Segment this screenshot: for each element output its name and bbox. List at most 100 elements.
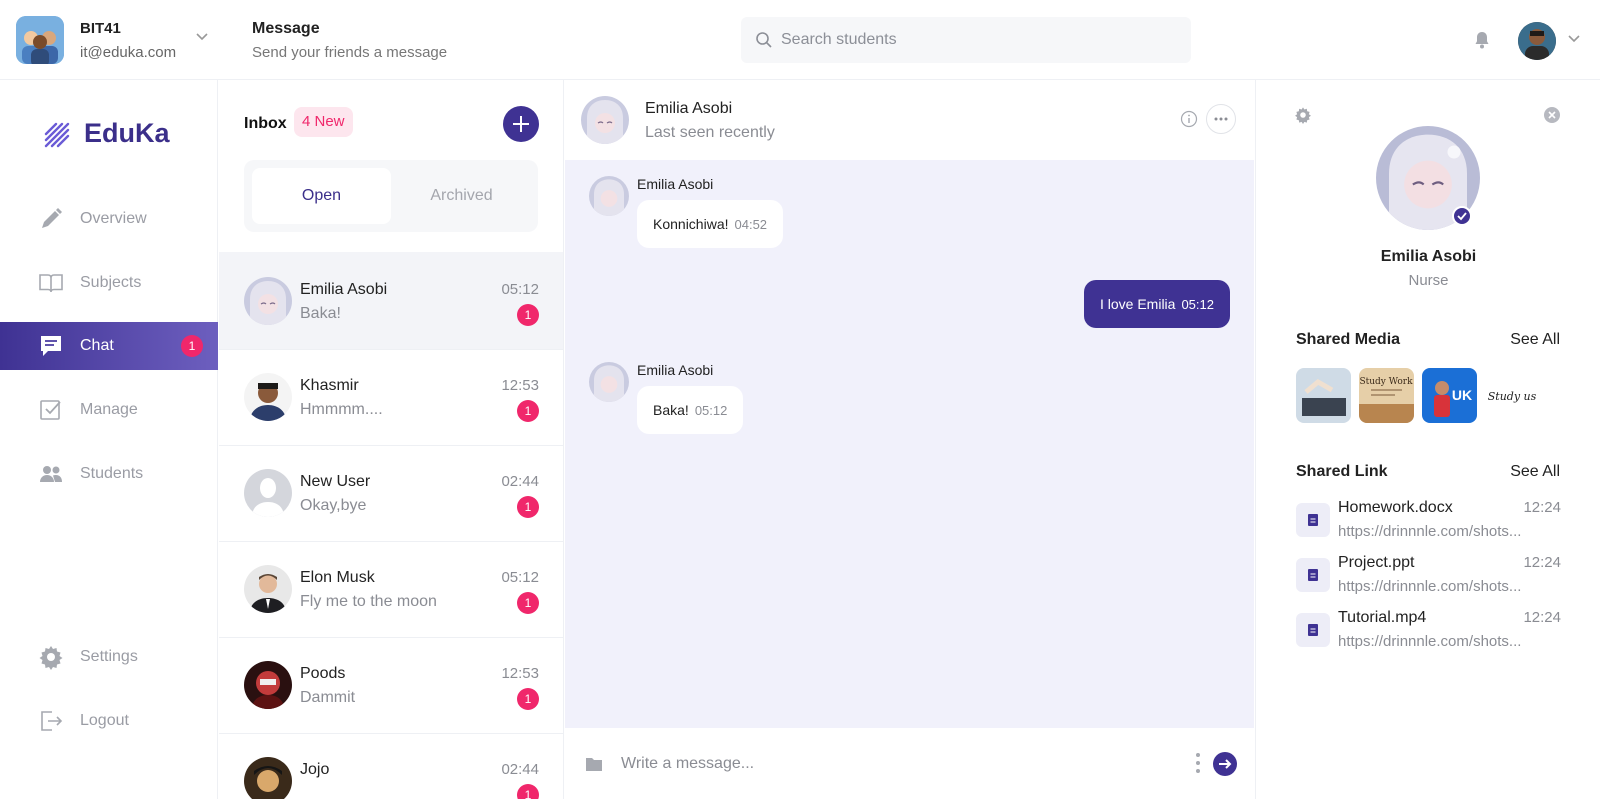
new-message-button[interactable] [503, 106, 539, 142]
conversation-item[interactable]: Elon Musk Fly me to the moon 05:12 1 [219, 540, 563, 638]
media-thumbnail[interactable]: Study Work [1359, 368, 1414, 423]
message-preview: Hmmmm.... [300, 401, 383, 418]
sidebar-item-label: Settings [80, 648, 138, 665]
chat-panel: Emilia Asobi Last seen recently Emilia A… [565, 80, 1254, 799]
page-subtitle: Send your friends a message [252, 44, 448, 61]
sidebar-item-overview[interactable]: Overview [0, 195, 218, 243]
chat-icon [41, 336, 61, 356]
more-vertical-icon[interactable] [1195, 752, 1201, 774]
unread-badge: 1 [517, 784, 539, 799]
file-name: Tutorial.mp4 [1338, 609, 1427, 626]
conversation-item[interactable]: Emilia Asobi Baka! 05:12 1 [219, 252, 563, 350]
chevron-down-icon[interactable] [194, 28, 210, 44]
see-all-links-link[interactable]: See All [1510, 463, 1560, 481]
users-icon [40, 466, 62, 482]
shared-link-item[interactable]: Tutorial.mp4 12:24 https://drinnnle.com/… [1296, 609, 1561, 659]
new-count-badge: 4 New [294, 107, 353, 137]
more-horizontal-icon [1214, 117, 1228, 121]
shared-link-item[interactable]: Homework.docx 12:24 https://drinnnle.com… [1296, 499, 1561, 549]
book-icon [39, 274, 63, 293]
message-text: Konnichiwa! [653, 216, 729, 232]
message-preview: Fly me to the moon [300, 593, 437, 610]
unread-badge: 1 [517, 688, 539, 710]
message-composer [565, 728, 1254, 799]
tab-archived[interactable]: Archived [392, 168, 531, 224]
sidebar-item-subjects[interactable]: Subjects [0, 259, 218, 307]
message-bubble: Baka! 05:12 [637, 386, 744, 434]
sidebar-item-label: Subjects [80, 274, 142, 291]
logout-icon [41, 711, 63, 731]
contact-name: Jojo [300, 761, 330, 778]
file-url: https://drinnnle.com/shots... [1338, 523, 1522, 540]
message-time: 12:53 [501, 377, 539, 394]
file-time: 12:24 [1523, 609, 1561, 626]
logo[interactable]: EduKa [44, 116, 184, 156]
conversation-item[interactable]: Jojo 02:44 1 [219, 732, 563, 799]
message-time: 02:44 [501, 473, 539, 490]
message-time: 05:12 [501, 281, 539, 298]
page-title: Message [252, 20, 320, 37]
document-icon [1296, 558, 1330, 592]
conversation-item[interactable]: Poods Dammit 12:53 1 [219, 636, 563, 734]
info-icon[interactable] [1180, 110, 1198, 128]
user-avatar[interactable] [1518, 22, 1556, 60]
sidebar-item-chat[interactable]: Chat 1 [0, 322, 218, 370]
media-thumbnail-text: Study Work [1359, 377, 1413, 387]
media-thumbnail-text: Study us [1488, 390, 1537, 403]
media-thumbnail[interactable]: Study us [1485, 368, 1540, 423]
media-thumbnail-text: UK [1452, 387, 1472, 403]
folder-icon[interactable] [585, 756, 603, 772]
media-thumbnail[interactable]: UK [1422, 368, 1477, 423]
message-time: 02:44 [501, 761, 539, 778]
avatar[interactable] [581, 96, 629, 144]
send-button[interactable] [1213, 752, 1237, 776]
shared-media-title: Shared Media [1296, 331, 1401, 348]
brand-name: EduKa [84, 118, 170, 148]
sidebar-item-manage[interactable]: Manage [0, 386, 218, 434]
org-avatar[interactable] [16, 16, 64, 64]
avatar [244, 277, 292, 325]
search-icon [756, 32, 772, 48]
sidebar-item-label: Students [80, 465, 144, 482]
avatar [244, 757, 292, 799]
bell-icon[interactable] [1472, 30, 1492, 50]
file-time: 12:24 [1523, 499, 1561, 516]
contact-name: Elon Musk [300, 569, 375, 586]
message-thread[interactable]: Emilia Asobi Konnichiwa! 04:52 I love Emi… [565, 160, 1254, 728]
more-options-button[interactable] [1206, 104, 1236, 134]
message-time: 04:52 [734, 217, 768, 232]
message-time: 05:12 [694, 403, 728, 418]
close-icon[interactable] [1543, 106, 1561, 124]
document-icon [1296, 503, 1330, 537]
sidebar-item-students[interactable]: Students [0, 450, 218, 498]
sidebar-item-logout[interactable]: Logout [0, 697, 218, 745]
unread-badge: 1 [517, 496, 539, 518]
message-time: 05:12 [501, 569, 539, 586]
message-input[interactable] [621, 748, 1161, 780]
message-sender: Emilia Asobi [637, 362, 714, 378]
unread-badge: 1 [517, 592, 539, 614]
shared-link-title: Shared Link [1296, 463, 1388, 480]
message-text: I love Emilia [1099, 296, 1176, 312]
shared-link-item[interactable]: Project.ppt 12:24 https://drinnnle.com/s… [1296, 554, 1561, 604]
chevron-down-icon[interactable] [1566, 30, 1582, 46]
search-input[interactable] [781, 17, 1181, 63]
file-name: Project.ppt [1338, 554, 1415, 571]
logo-mark-icon [44, 122, 70, 148]
unread-badge: 1 [517, 304, 539, 326]
inbox-title: Inbox [244, 115, 287, 132]
see-all-media-link[interactable]: See All [1510, 331, 1560, 349]
media-thumbnail[interactable] [1296, 368, 1351, 423]
conversation-item[interactable]: Khasmir Hmmmm.... 12:53 1 [219, 348, 563, 446]
sidebar-item-label: Overview [80, 210, 147, 227]
message-preview: Baka! [300, 305, 341, 322]
message-time: 12:53 [501, 665, 539, 682]
sidebar-item-settings[interactable]: Settings [0, 633, 218, 681]
plus-icon [513, 116, 529, 132]
sidebar-item-label: Manage [80, 401, 138, 418]
avatar [244, 469, 292, 517]
conversation-item[interactable]: New User Okay,bye 02:44 1 [219, 444, 563, 542]
contact-name: Poods [300, 665, 346, 682]
tab-open[interactable]: Open [252, 168, 391, 224]
gear-icon[interactable] [1294, 106, 1312, 124]
